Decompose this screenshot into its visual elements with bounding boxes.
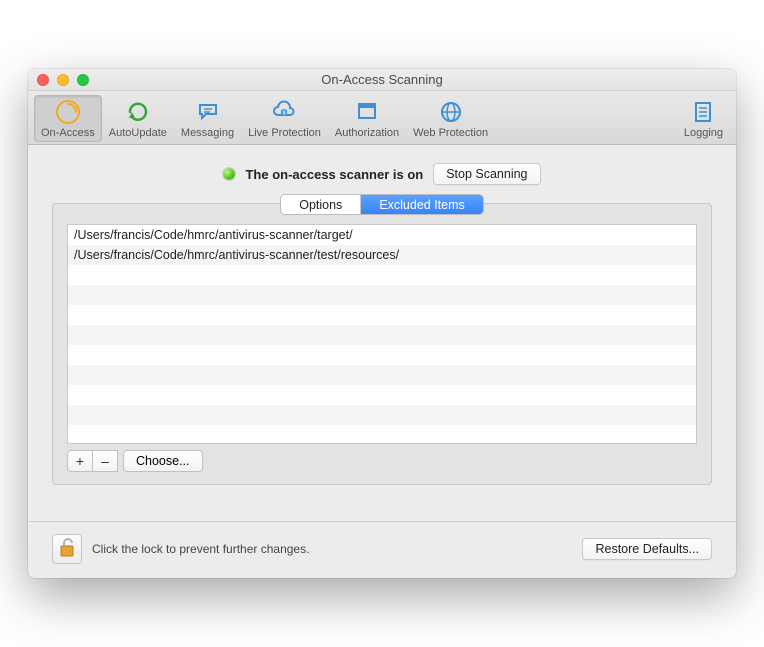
toolbar: On-Access AutoUpdate Messaging S Live Pr… — [28, 91, 736, 145]
list-item[interactable] — [68, 385, 696, 405]
choose-button[interactable]: Choose... — [123, 450, 203, 472]
list-item[interactable] — [68, 285, 696, 305]
toolbar-item-label: Logging — [684, 127, 723, 139]
restore-defaults-button[interactable]: Restore Defaults... — [582, 538, 712, 560]
toolbar-authorization[interactable]: Authorization — [328, 95, 406, 142]
status-indicator-icon — [223, 168, 235, 180]
content-area: The on-access scanner is on Stop Scannin… — [28, 145, 736, 501]
list-item[interactable]: /Users/francis/Code/hmrc/antivirus-scann… — [68, 245, 696, 265]
list-item[interactable] — [68, 325, 696, 345]
window-title: On-Access Scanning — [28, 72, 736, 87]
shield-scan-icon — [53, 99, 83, 125]
cloud-shield-icon: S — [269, 99, 299, 125]
toolbar-item-label: Messaging — [181, 127, 234, 139]
list-item[interactable]: /Users/francis/Code/hmrc/antivirus-scann… — [68, 225, 696, 245]
tab-options[interactable]: Options — [281, 195, 361, 214]
remove-button[interactable]: – — [92, 450, 118, 472]
globe-icon — [436, 99, 466, 125]
footer: Click the lock to prevent further change… — [28, 521, 736, 578]
toolbar-autoupdate[interactable]: AutoUpdate — [102, 95, 174, 142]
toolbar-live-protection[interactable]: S Live Protection — [241, 95, 328, 142]
preferences-window: On-Access Scanning On-Access AutoUpdate … — [28, 69, 736, 578]
titlebar: On-Access Scanning — [28, 69, 736, 91]
excluded-panel: Options Excluded Items /Users/francis/Co… — [52, 203, 712, 485]
list-item[interactable] — [68, 345, 696, 365]
minimize-button[interactable] — [57, 74, 69, 86]
toolbar-on-access[interactable]: On-Access — [34, 95, 102, 142]
unlocked-padlock-icon — [57, 536, 77, 563]
toolbar-logging[interactable]: Logging — [677, 95, 730, 142]
tab-excluded-items[interactable]: Excluded Items — [361, 195, 482, 214]
close-button[interactable] — [37, 74, 49, 86]
list-controls: + – Choose... — [67, 450, 697, 472]
refresh-icon — [123, 99, 153, 125]
list-item[interactable] — [68, 265, 696, 285]
lock-button[interactable] — [52, 534, 82, 564]
lock-help-text: Click the lock to prevent further change… — [92, 542, 309, 556]
toolbar-web-protection[interactable]: Web Protection — [406, 95, 495, 142]
window-auth-icon — [352, 99, 382, 125]
tab-segmented-control: Options Excluded Items — [280, 194, 484, 215]
stop-scanning-button[interactable]: Stop Scanning — [433, 163, 540, 185]
zoom-button[interactable] — [77, 74, 89, 86]
list-item[interactable] — [68, 405, 696, 425]
toolbar-item-label: Web Protection — [413, 127, 488, 139]
status-text: The on-access scanner is on — [245, 167, 423, 182]
list-item[interactable] — [68, 365, 696, 385]
toolbar-item-label: Authorization — [335, 127, 399, 139]
speech-bubble-icon — [193, 99, 223, 125]
list-item[interactable] — [68, 305, 696, 325]
toolbar-messaging[interactable]: Messaging — [174, 95, 241, 142]
list-item[interactable] — [68, 425, 696, 444]
add-button[interactable]: + — [67, 450, 93, 472]
toolbar-item-label: On-Access — [41, 127, 95, 139]
document-list-icon — [688, 99, 718, 125]
status-row: The on-access scanner is on Stop Scannin… — [52, 163, 712, 185]
toolbar-item-label: AutoUpdate — [109, 127, 167, 139]
toolbar-item-label: Live Protection — [248, 127, 321, 139]
excluded-items-list[interactable]: /Users/francis/Code/hmrc/antivirus-scann… — [67, 224, 697, 444]
